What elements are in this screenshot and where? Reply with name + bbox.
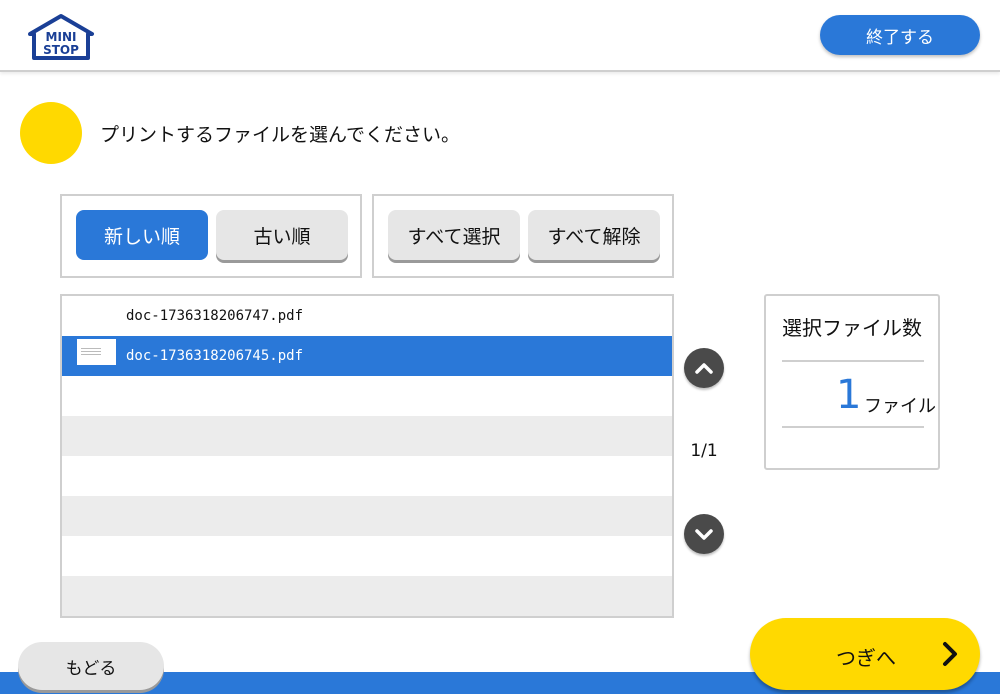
next-button[interactable]: つぎへ bbox=[750, 618, 980, 690]
end-button-label: 終了する bbox=[866, 27, 934, 48]
sort-oldest-label: 古い順 bbox=[253, 225, 311, 248]
empty-row bbox=[62, 496, 672, 536]
selected-count-unit: ファイル bbox=[864, 396, 936, 417]
scroll-up-button[interactable] bbox=[684, 348, 724, 388]
file-row-selected[interactable]: doc-1736318206745.pdf bbox=[62, 336, 672, 376]
selected-count-value: 1 bbox=[836, 372, 862, 418]
end-button[interactable]: 終了する bbox=[820, 15, 980, 55]
select-all-label: すべて選択 bbox=[407, 225, 501, 248]
empty-row bbox=[62, 576, 672, 616]
empty-row bbox=[62, 536, 672, 576]
step-indicator-dot bbox=[20, 102, 82, 164]
file-row[interactable]: doc-1736318206747.pdf bbox=[62, 296, 672, 336]
selection-button-group: すべて選択 すべて解除 bbox=[372, 194, 674, 278]
file-name: doc-1736318206747.pdf bbox=[126, 308, 304, 324]
sort-oldest-button[interactable]: 古い順 bbox=[216, 210, 348, 260]
chevron-down-icon bbox=[695, 529, 713, 540]
file-thumbnail bbox=[77, 339, 116, 365]
page-indicator: 1/1 bbox=[690, 441, 718, 461]
back-button[interactable]: もどる bbox=[18, 642, 164, 690]
selected-count-title: 選択ファイル数 bbox=[782, 316, 922, 340]
divider bbox=[782, 426, 924, 428]
sort-newest-button[interactable]: 新しい順 bbox=[76, 210, 208, 260]
deselect-all-button[interactable]: すべて解除 bbox=[528, 210, 660, 260]
back-button-label: もどる bbox=[65, 658, 117, 679]
svg-text:MINI: MINI bbox=[46, 30, 77, 44]
file-list: doc-1736318206747.pdf doc-1736318206745.… bbox=[60, 294, 674, 618]
chevron-up-icon bbox=[695, 363, 713, 374]
selected-count-panel: 選択ファイル数 1 ファイル bbox=[764, 294, 940, 470]
file-name: doc-1736318206745.pdf bbox=[126, 348, 304, 364]
instruction-text: プリントするファイルを選んでください。 bbox=[100, 124, 461, 146]
select-all-button[interactable]: すべて選択 bbox=[388, 210, 520, 260]
header-bar: MINI STOP 終了する bbox=[0, 0, 1000, 72]
chevron-right-icon bbox=[943, 642, 957, 666]
sort-button-group: 新しい順 古い順 bbox=[60, 194, 362, 278]
empty-row bbox=[62, 456, 672, 496]
ministop-logo: MINI STOP bbox=[28, 14, 94, 60]
svg-text:STOP: STOP bbox=[43, 43, 79, 57]
empty-row bbox=[62, 416, 672, 456]
sort-newest-label: 新しい順 bbox=[103, 225, 180, 248]
empty-row bbox=[62, 376, 672, 416]
deselect-all-label: すべて解除 bbox=[547, 225, 641, 248]
divider bbox=[782, 360, 924, 362]
scroll-down-button[interactable] bbox=[684, 514, 724, 554]
next-button-label: つぎへ bbox=[836, 646, 896, 670]
